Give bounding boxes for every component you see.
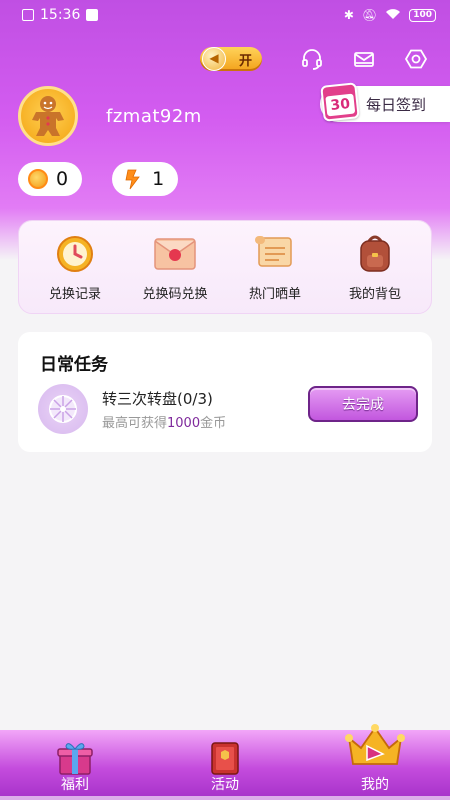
sim-icon bbox=[22, 9, 34, 21]
task-name: 转三次转盘(0/3) bbox=[102, 390, 213, 408]
backpack-icon bbox=[353, 233, 397, 273]
headset-icon[interactable] bbox=[300, 47, 324, 71]
scroll-icon bbox=[253, 233, 297, 273]
speaker-icon: ◀ bbox=[202, 47, 226, 71]
signin-label: 每日签到 bbox=[366, 95, 427, 114]
menu-item-hot-showcase[interactable]: 热门晒单 bbox=[227, 233, 323, 302]
energy-balance[interactable]: 1 bbox=[112, 162, 179, 196]
shortcut-menu: 兑换记录 兑换码兑换 热门晒单 我的背包 bbox=[18, 220, 432, 314]
menu-item-label: 兑换记录 bbox=[48, 286, 101, 302]
shield-check-icon bbox=[86, 9, 99, 21]
daily-signin-button[interactable]: 30 每日签到 bbox=[320, 82, 450, 122]
nav-underline bbox=[0, 796, 450, 800]
menu-item-label: 我的背包 bbox=[348, 286, 401, 302]
daily-task-card: 日常任务 转三次转盘(0/3) 最高可获得1000金币 去完成 bbox=[18, 332, 432, 452]
wifi-icon bbox=[385, 8, 401, 23]
task-reward-suffix: 金币 bbox=[200, 416, 227, 431]
coin-icon bbox=[28, 169, 48, 189]
wheel-icon bbox=[38, 384, 88, 434]
envelope-icon bbox=[153, 233, 197, 273]
complete-task-button[interactable]: 去完成 bbox=[308, 386, 418, 422]
menu-item-code-redeem[interactable]: 兑换码兑换 bbox=[127, 233, 223, 302]
task-row: 转三次转盘(0/3) 最高可获得1000金币 去完成 bbox=[38, 384, 418, 436]
lightning-icon bbox=[122, 168, 144, 190]
mail-icon[interactable] bbox=[352, 47, 376, 71]
nav-label: 我的 bbox=[361, 777, 389, 793]
signin-day: 30 bbox=[325, 93, 356, 117]
nav-item-mine[interactable]: 我的 bbox=[300, 724, 450, 800]
task-reward: 最高可获得1000金币 bbox=[102, 412, 226, 431]
menu-item-my-backpack[interactable]: 我的背包 bbox=[327, 233, 423, 302]
bottom-nav: 福利 活动 我的 bbox=[0, 724, 450, 800]
gift-icon bbox=[56, 740, 94, 776]
energy-value: 1 bbox=[152, 168, 165, 190]
nav-label: 活动 bbox=[211, 777, 239, 793]
battery-indicator: 100 bbox=[409, 8, 436, 22]
profile-section: fzmat92m 30 每日签到 bbox=[18, 82, 450, 146]
gingerbread-icon bbox=[32, 96, 64, 136]
nav-label: 福利 bbox=[61, 777, 89, 793]
mute-bell-icon: 🔕︎ bbox=[361, 8, 378, 22]
sound-toggle[interactable]: ◀ 开 bbox=[200, 47, 262, 71]
currency-row: 0 1 bbox=[18, 162, 179, 198]
crown-icon bbox=[343, 724, 407, 770]
status-time: 15:36 bbox=[40, 7, 81, 23]
bluetooth-icon: ✱ bbox=[343, 8, 354, 22]
book-icon bbox=[206, 740, 244, 776]
calendar-icon: 30 bbox=[320, 82, 360, 122]
status-bar: 15:36 ✱ 🔕︎ 100 bbox=[0, 0, 450, 30]
task-reward-amount: 1000 bbox=[167, 416, 201, 431]
settings-icon[interactable] bbox=[404, 47, 428, 71]
nav-item-activity[interactable]: 活动 bbox=[150, 730, 300, 800]
coin-balance[interactable]: 0 bbox=[18, 162, 83, 196]
clock-icon bbox=[53, 233, 97, 273]
username: fzmat92m bbox=[106, 106, 202, 127]
nav-item-welfare[interactable]: 福利 bbox=[0, 730, 150, 800]
menu-item-label: 热门晒单 bbox=[248, 286, 301, 302]
task-reward-prefix: 最高可获得 bbox=[102, 416, 168, 431]
menu-item-label: 兑换码兑换 bbox=[142, 286, 208, 302]
sound-toggle-label: 开 bbox=[238, 53, 252, 69]
menu-item-exchange-record[interactable]: 兑换记录 bbox=[27, 233, 123, 302]
daily-task-title: 日常任务 bbox=[40, 355, 108, 375]
coin-value: 0 bbox=[56, 168, 69, 190]
avatar[interactable] bbox=[18, 86, 78, 146]
top-bar: ◀ 开 bbox=[0, 44, 450, 74]
